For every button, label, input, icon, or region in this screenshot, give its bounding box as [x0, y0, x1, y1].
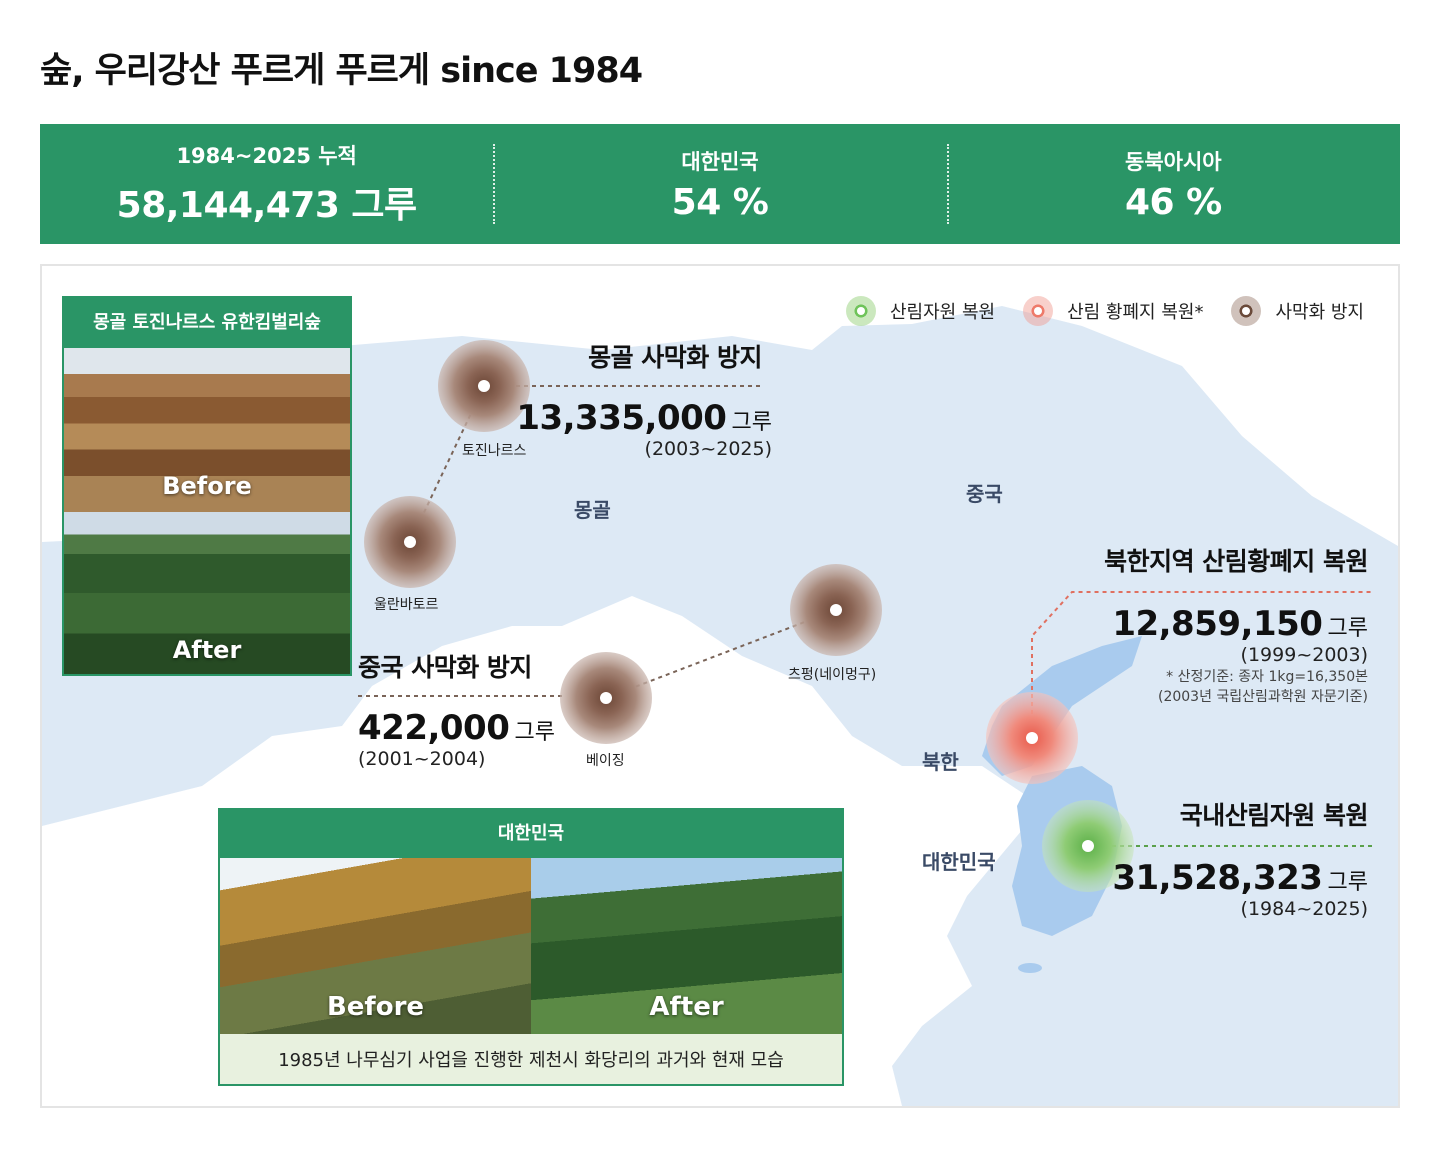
- green-dot-icon: [846, 296, 876, 326]
- stat-value: 54 %: [671, 181, 769, 223]
- legend-label: 사막화 방지: [1275, 302, 1364, 323]
- stat-korea: 대한민국 54 %: [493, 124, 946, 244]
- callout-title: 북한지역 산림황폐지 복원: [1104, 547, 1368, 576]
- callout-note: (2003년 국립산림과학원 자문기준): [1157, 689, 1368, 705]
- stat-northeast-asia: 동북아시아 46 %: [946, 124, 1400, 244]
- callout-south-korea-title: 국내산림자원 복원: [1102, 796, 1369, 832]
- stat-label: 동북아시아: [1125, 149, 1222, 174]
- callout-china: 422,000 그루 (2001~2004): [358, 708, 555, 770]
- stat-total: 1984~2025 누적 58,144,473 그루: [40, 124, 493, 244]
- before-label: Before: [162, 472, 252, 500]
- callout-number: 31,528,323: [1112, 858, 1323, 898]
- stats-bar: 1984~2025 누적 58,144,473 그루 대한민국 54 % 동북아…: [40, 124, 1400, 244]
- south-korea-marker-center: [1082, 840, 1094, 852]
- callout-title: 몽골 사막화 방지: [588, 343, 762, 372]
- callout-china-title: 중국 사막화 방지: [358, 648, 532, 684]
- north-korea-marker-center: [1026, 732, 1038, 744]
- legend-label: 산림 황폐지 복원*: [1067, 302, 1204, 323]
- before-label: Before: [326, 992, 425, 1022]
- callout-period: (1999~2003): [1240, 644, 1368, 666]
- callout-unit: 그루: [514, 720, 555, 745]
- mongolia-after-photo: After: [64, 512, 350, 674]
- stat-label: 대한민국: [681, 149, 759, 174]
- map-panel: 산림자원 복원 산림 황폐지 복원* 사막화 방지 몽골 중국 북한 대한민국 …: [40, 264, 1400, 1108]
- after-label: After: [172, 636, 242, 664]
- callout-period: (2003~2025): [644, 438, 772, 460]
- callout-unit: 그루: [1327, 870, 1368, 895]
- callout-note: * 산정기준: 종자 1kg=16,350본: [1166, 669, 1368, 685]
- callout-period: (1984~2025): [1240, 898, 1368, 920]
- callout-title: 국내산림자원 복원: [1179, 801, 1369, 830]
- map-label-mongolia: 몽골: [574, 498, 611, 522]
- callout-unit: 그루: [1327, 616, 1368, 641]
- red-dot-icon: [1023, 296, 1054, 326]
- photo-card-title: 몽골 토진나르스 유한킴벌리숲: [64, 298, 350, 348]
- map-legend: 산림자원 복원 산림 황폐지 복원* 사막화 방지: [846, 296, 1364, 326]
- callout-unit: 그루: [731, 410, 772, 435]
- site-label-chifeng: 츠펑(네이멍구): [788, 667, 877, 683]
- callout-period: (2001~2004): [358, 748, 486, 770]
- korea-after-photo: After: [531, 858, 842, 1034]
- beijing-marker-center: [600, 692, 612, 704]
- legend-item-desertification: 사막화 방지: [1231, 296, 1364, 326]
- callout-number: 422,000: [358, 708, 510, 748]
- after-label: After: [649, 992, 724, 1022]
- photo-card-title: 대한민국: [220, 810, 842, 858]
- korea-photo-card: 대한민국 Before After 1985년 나무심기 사업을 진행한 제천시…: [218, 808, 844, 1086]
- chifeng-marker-center: [830, 604, 842, 616]
- korea-before-photo: Before: [220, 858, 531, 1034]
- callout-mongolia-title: 몽골 사막화 방지: [562, 338, 762, 374]
- map-label-china: 중국: [966, 482, 1003, 506]
- callout-number: 12,859,150: [1112, 604, 1323, 644]
- site-label-beijing: 베이징: [586, 753, 625, 769]
- map-label-north-korea: 북한: [922, 750, 959, 774]
- stat-value: 58,144,473 그루: [116, 185, 418, 226]
- callout-title: 중국 사막화 방지: [358, 653, 532, 682]
- stat-label: 1984~2025 누적: [176, 144, 357, 168]
- callout-mongolia: 13,335,000 그루 (2003~2025): [482, 398, 772, 460]
- tojinnars-marker-center: [478, 380, 490, 392]
- mongolia-before-photo: Before: [64, 348, 350, 512]
- jeju-island: [1018, 963, 1042, 973]
- photo-caption: 1985년 나무심기 사업을 진행한 제천시 화당리의 과거와 현재 모습: [220, 1034, 842, 1084]
- mongolia-photo-card: 몽골 토진나르스 유한킴벌리숲 Before After: [62, 296, 352, 676]
- map-label-south-korea: 대한민국: [922, 850, 996, 874]
- legend-item-forest-resource: 산림자원 복원: [846, 296, 995, 326]
- callout-south-korea: 31,528,323 그루 (1984~2025): [1102, 858, 1368, 920]
- site-label-ulaanbaatar: 울란바토르: [374, 597, 439, 613]
- legend-item-degraded-forest: 산림 황폐지 복원*: [1023, 296, 1203, 326]
- callout-north-korea-title: 북한지역 산림황폐지 복원: [1022, 542, 1368, 578]
- brown-dot-icon: [1231, 296, 1262, 326]
- stat-value: 46 %: [1124, 181, 1222, 223]
- page-title: 숲, 우리강산 푸르게 푸르게 since 1984: [40, 51, 643, 91]
- callout-north-korea: 12,859,150 그루 (1999~2003) * 산정기준: 종자 1kg…: [1022, 604, 1368, 706]
- callout-number: 13,335,000: [516, 398, 727, 438]
- legend-label: 산림자원 복원: [890, 302, 996, 323]
- ulaanbaatar-marker-center: [404, 536, 416, 548]
